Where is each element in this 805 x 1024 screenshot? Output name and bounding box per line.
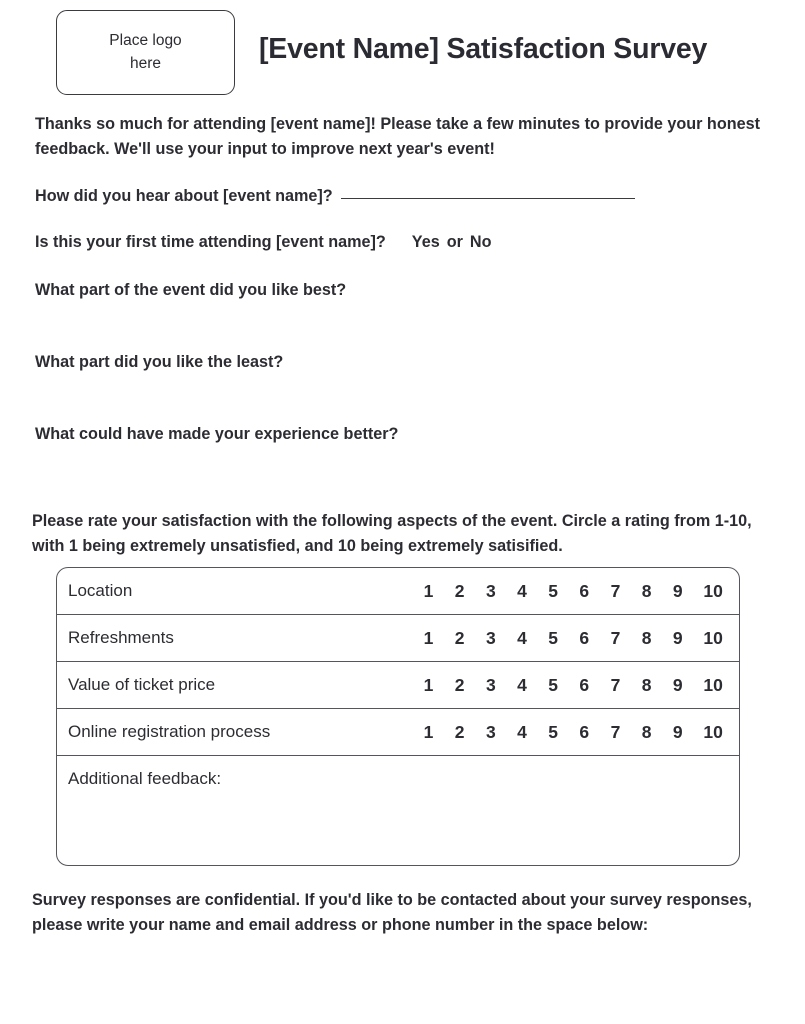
rating-option-5[interactable]: 5 <box>548 628 559 649</box>
rating-row-label: Refreshments <box>68 628 174 647</box>
rating-option-10[interactable]: 10 <box>703 628 722 649</box>
rating-row-label: Location <box>68 581 133 600</box>
rating-option-8[interactable]: 8 <box>641 628 652 649</box>
survey-page: Place logo here [Event Name] Satisfactio… <box>0 0 805 1024</box>
rating-option-6[interactable]: 6 <box>579 581 590 602</box>
rating-option-7[interactable]: 7 <box>610 628 621 649</box>
rating-row-label: Value of ticket price <box>68 675 216 694</box>
rating-option-4[interactable]: 4 <box>516 675 527 696</box>
first-time-options: Yes or No <box>412 230 492 254</box>
option-yes[interactable]: Yes <box>412 233 440 251</box>
rating-table: Location 1 2 3 4 5 6 7 8 9 10 Refreshmen… <box>56 567 740 866</box>
rating-option-8[interactable]: 8 <box>641 722 652 743</box>
rating-option-7[interactable]: 7 <box>610 581 621 602</box>
option-separator-or: or <box>446 233 463 251</box>
rating-option-2[interactable]: 2 <box>454 628 465 649</box>
rating-option-10[interactable]: 10 <box>703 722 722 743</box>
rating-option-1[interactable]: 1 <box>423 581 434 602</box>
rating-option-3[interactable]: 3 <box>485 628 496 649</box>
rating-option-6[interactable]: 6 <box>579 628 590 649</box>
rating-option-10[interactable]: 10 <box>703 581 722 602</box>
rating-option-7[interactable]: 7 <box>610 722 621 743</box>
logo-placeholder-box[interactable]: Place logo here <box>56 10 235 95</box>
table-row: Refreshments 1 2 3 4 5 6 7 8 9 10 <box>57 615 739 662</box>
option-no[interactable]: No <box>470 233 492 251</box>
rating-option-3[interactable]: 3 <box>485 581 496 602</box>
rating-option-3[interactable]: 3 <box>485 675 496 696</box>
rating-option-1[interactable]: 1 <box>423 628 434 649</box>
rating-option-3[interactable]: 3 <box>485 722 496 743</box>
page-title: [Event Name] Satisfaction Survey <box>259 33 708 65</box>
rating-row-label: Online registration process <box>68 722 271 741</box>
intro-paragraph: Thanks so much for attending [event name… <box>35 115 760 158</box>
rating-option-2[interactable]: 2 <box>454 675 465 696</box>
rating-option-5[interactable]: 5 <box>548 722 559 743</box>
question-hear-about-label: How did you hear about [event name]? <box>35 187 333 205</box>
rating-option-6[interactable]: 6 <box>579 722 590 743</box>
rating-scale: 1 2 3 4 5 6 7 8 9 10 <box>423 581 723 602</box>
rating-option-8[interactable]: 8 <box>641 581 652 602</box>
rating-option-4[interactable]: 4 <box>516 581 527 602</box>
rating-option-5[interactable]: 5 <box>548 675 559 696</box>
table-row: Value of ticket price 1 2 3 4 5 6 7 8 9 … <box>57 662 739 709</box>
page-header: Place logo here [Event Name] Satisfactio… <box>0 0 805 105</box>
additional-feedback-area[interactable]: Additional feedback: <box>57 756 739 865</box>
question-first-time-label: Is this your first time attending [event… <box>35 233 386 251</box>
rating-option-9[interactable]: 9 <box>672 581 683 602</box>
rating-option-9[interactable]: 9 <box>672 722 683 743</box>
question-like-best: What part of the event did you like best… <box>35 281 347 299</box>
rating-option-1[interactable]: 1 <box>423 675 434 696</box>
rating-option-8[interactable]: 8 <box>641 675 652 696</box>
question-first-time: Is this your first time attending [event… <box>35 230 491 254</box>
rating-instructions: Please rate your satisfaction with the f… <box>32 512 752 555</box>
rating-option-4[interactable]: 4 <box>516 628 527 649</box>
confidentiality-footer: Survey responses are confidential. If yo… <box>32 891 752 934</box>
rating-scale: 1 2 3 4 5 6 7 8 9 10 <box>423 722 723 743</box>
table-row: Online registration process 1 2 3 4 5 6 … <box>57 709 739 756</box>
additional-feedback-label: Additional feedback: <box>68 769 222 788</box>
rating-option-5[interactable]: 5 <box>548 581 559 602</box>
table-row: Location 1 2 3 4 5 6 7 8 9 10 <box>57 568 739 615</box>
rating-option-10[interactable]: 10 <box>703 675 722 696</box>
rating-scale: 1 2 3 4 5 6 7 8 9 10 <box>423 628 723 649</box>
rating-option-9[interactable]: 9 <box>672 675 683 696</box>
logo-placeholder-text: Place logo here <box>109 32 182 72</box>
rating-option-1[interactable]: 1 <box>423 722 434 743</box>
rating-option-2[interactable]: 2 <box>454 581 465 602</box>
rating-option-4[interactable]: 4 <box>516 722 527 743</box>
question-hear-about: How did you hear about [event name]? <box>35 184 635 208</box>
hear-about-answer-blank[interactable] <box>340 198 635 199</box>
rating-option-7[interactable]: 7 <box>610 675 621 696</box>
rating-option-9[interactable]: 9 <box>672 628 683 649</box>
question-experience-better: What could have made your experience bet… <box>35 425 399 443</box>
rating-scale: 1 2 3 4 5 6 7 8 9 10 <box>423 675 723 696</box>
rating-option-6[interactable]: 6 <box>579 675 590 696</box>
question-like-least: What part did you like the least? <box>35 353 284 371</box>
rating-option-2[interactable]: 2 <box>454 722 465 743</box>
